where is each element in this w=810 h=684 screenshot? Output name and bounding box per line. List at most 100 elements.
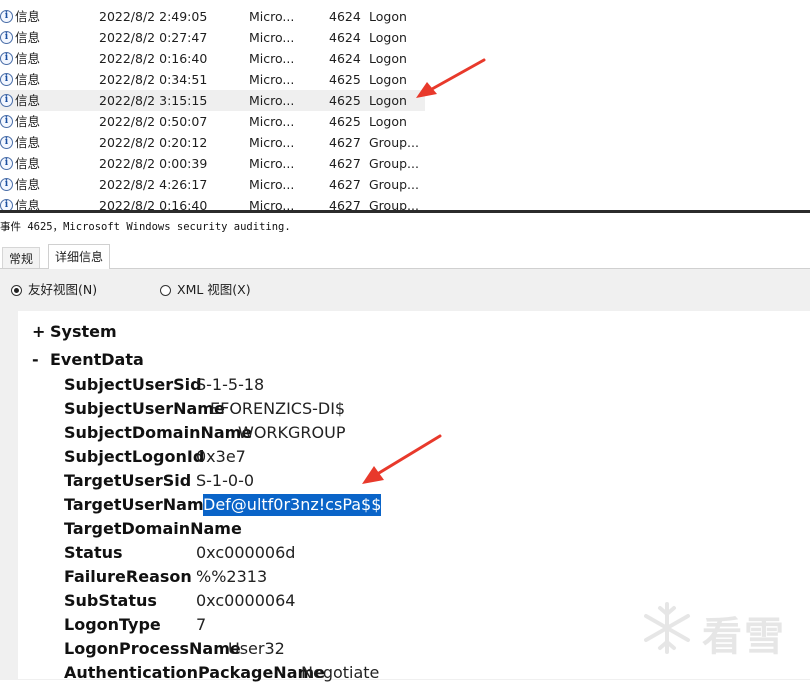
- event-row[interactable]: i 信息 2022/8/2 2:49:05 Micro... 4624 Logo…: [0, 6, 425, 27]
- event-source: Micro...: [249, 72, 295, 87]
- event-task: Logon: [369, 30, 407, 45]
- field-key: TargetUserSid: [64, 471, 192, 490]
- field-key: AuthenticationPackageName: [64, 663, 326, 682]
- event-id: 4624: [329, 9, 361, 24]
- event-row[interactable]: i 信息 2022/8/2 0:16:40 Micro... 4627 Grou…: [0, 195, 425, 210]
- event-row[interactable]: i 信息 2022/8/2 4:26:17 Micro... 4627 Grou…: [0, 174, 425, 195]
- event-row[interactable]: i 信息 2022/8/2 0:00:39 Micro... 4627 Grou…: [0, 153, 425, 174]
- event-data-field: SubjectUserName EFORENZICS-DI$: [64, 398, 345, 420]
- event-task: Logon: [369, 9, 407, 24]
- info-icon: i: [0, 115, 13, 128]
- event-row[interactable]: i 信息 2022/8/2 0:34:51 Micro... 4625 Logo…: [0, 69, 425, 90]
- annotation-arrow-icon: [362, 434, 442, 484]
- event-date: 2022/8/2 0:16:40: [99, 198, 208, 210]
- xml-view-radio[interactable]: XML 视图(X): [160, 282, 251, 298]
- collapse-toggle[interactable]: -: [32, 350, 50, 369]
- event-task: Logon: [369, 72, 407, 87]
- info-icon: i: [0, 157, 13, 170]
- field-key: SubjectDomainName: [64, 423, 253, 442]
- field-value: User32: [228, 639, 285, 658]
- field-value: S-1-0-0: [196, 471, 255, 490]
- info-icon: i: [0, 73, 13, 86]
- event-source: Micro...: [249, 114, 295, 129]
- field-key: SubjectUserSid: [64, 375, 202, 394]
- event-data-field: SubStatus 0xc0000064: [64, 590, 295, 612]
- field-key: FailureReason: [64, 567, 192, 586]
- event-level: 信息: [15, 177, 41, 192]
- event-level: 信息: [15, 51, 41, 66]
- event-data-field: TargetDomainName: [64, 518, 242, 540]
- field-key: SubStatus: [64, 591, 157, 610]
- event-row[interactable]: i 信息 2022/8/2 0:16:40 Micro... 4624 Logo…: [0, 48, 425, 69]
- field-key: LogonType: [64, 615, 161, 634]
- tree-node-label: System: [50, 322, 117, 341]
- tab-details[interactable]: 详细信息: [48, 244, 111, 269]
- field-value: 0x3e7: [196, 447, 246, 466]
- event-level: 信息: [15, 72, 41, 87]
- field-value: 7: [196, 615, 207, 634]
- event-data-field: TargetUserSid S-1-0-0: [64, 470, 254, 492]
- detail-tab-bar: 常规 详细信息: [0, 244, 810, 269]
- xml-view-label: XML 视图(X): [177, 282, 251, 297]
- info-icon: i: [0, 199, 13, 210]
- event-id: 4624: [329, 51, 361, 66]
- event-level: 信息: [15, 156, 41, 171]
- tree-node-eventdata[interactable]: - EventData: [32, 350, 144, 369]
- event-data-field: FailureReason %%2313: [64, 566, 267, 588]
- event-source: Micro...: [249, 135, 295, 150]
- event-id: 4627: [329, 198, 361, 210]
- target-username-value-selected[interactable]: Def@ultf0r3nz!csPa$$: [203, 494, 382, 516]
- event-row[interactable]: i 信息 2022/8/2 0:20:12 Micro... 4627 Grou…: [0, 132, 425, 153]
- event-id: 4627: [329, 135, 361, 150]
- event-date: 2022/8/2 0:34:51: [99, 72, 208, 87]
- event-date: 2022/8/2 3:15:15: [99, 93, 208, 108]
- event-id: 4625: [329, 114, 361, 129]
- event-level: 信息: [15, 198, 41, 210]
- info-icon: i: [0, 136, 13, 149]
- info-icon: i: [0, 52, 13, 65]
- watermark-text: 看雪: [702, 614, 786, 660]
- event-task: Logon: [369, 93, 407, 108]
- field-key: SubjectUserName: [64, 399, 225, 418]
- event-row[interactable]: i 信息 2022/8/2 0:50:07 Micro... 4625 Logo…: [0, 111, 425, 132]
- field-key: TargetUserName: [64, 495, 215, 514]
- event-data-field: LogonType 7: [64, 614, 206, 636]
- event-task: Group...: [369, 156, 419, 171]
- field-key: LogonProcessName: [64, 639, 241, 658]
- field-value: 0xc0000064: [196, 591, 296, 610]
- tab-general[interactable]: 常规: [2, 247, 41, 269]
- event-level: 信息: [15, 135, 41, 150]
- info-icon: i: [0, 178, 13, 191]
- event-date: 2022/8/2 0:00:39: [99, 156, 208, 171]
- event-source: Micro...: [249, 93, 295, 108]
- event-source: Micro...: [249, 177, 295, 192]
- event-task: Group...: [369, 135, 419, 150]
- pane-splitter[interactable]: [0, 210, 810, 213]
- field-value: Negotiate: [301, 663, 380, 682]
- event-list: i 信息 2022/8/2 2:49:05 Micro... 4624 Logo…: [0, 0, 810, 210]
- event-date: 2022/8/2 0:16:40: [99, 51, 208, 66]
- event-level: 信息: [15, 114, 41, 129]
- event-level: 信息: [15, 93, 41, 108]
- event-id: 4624: [329, 30, 361, 45]
- event-row-selected[interactable]: i 信息 2022/8/2 3:15:15 Micro... 4625 Logo…: [0, 90, 425, 111]
- event-task: Logon: [369, 51, 407, 66]
- event-id: 4625: [329, 93, 361, 108]
- event-source: Micro...: [249, 51, 295, 66]
- event-date: 2022/8/2 0:27:47: [99, 30, 208, 45]
- event-id: 4627: [329, 156, 361, 171]
- info-icon: i: [0, 94, 13, 107]
- tree-node-label: EventData: [50, 350, 144, 369]
- field-value: 0xc000006d: [196, 543, 296, 562]
- friendly-view-label: 友好视图(N): [28, 282, 98, 297]
- field-key: TargetDomainName: [64, 519, 242, 538]
- event-data-field: SubjectDomainName WORKGROUP: [64, 422, 346, 444]
- friendly-view-radio[interactable]: 友好视图(N): [11, 282, 97, 298]
- event-row[interactable]: i 信息 2022/8/2 0:27:47 Micro... 4624 Logo…: [0, 27, 425, 48]
- expand-toggle[interactable]: +: [32, 322, 50, 341]
- tree-node-system[interactable]: + System: [32, 322, 117, 341]
- kanxue-watermark: 看雪: [637, 598, 809, 660]
- field-key: Status: [64, 543, 123, 562]
- event-source: Micro...: [249, 9, 295, 24]
- event-data-field: AuthenticationPackageName Negotiate: [64, 662, 379, 684]
